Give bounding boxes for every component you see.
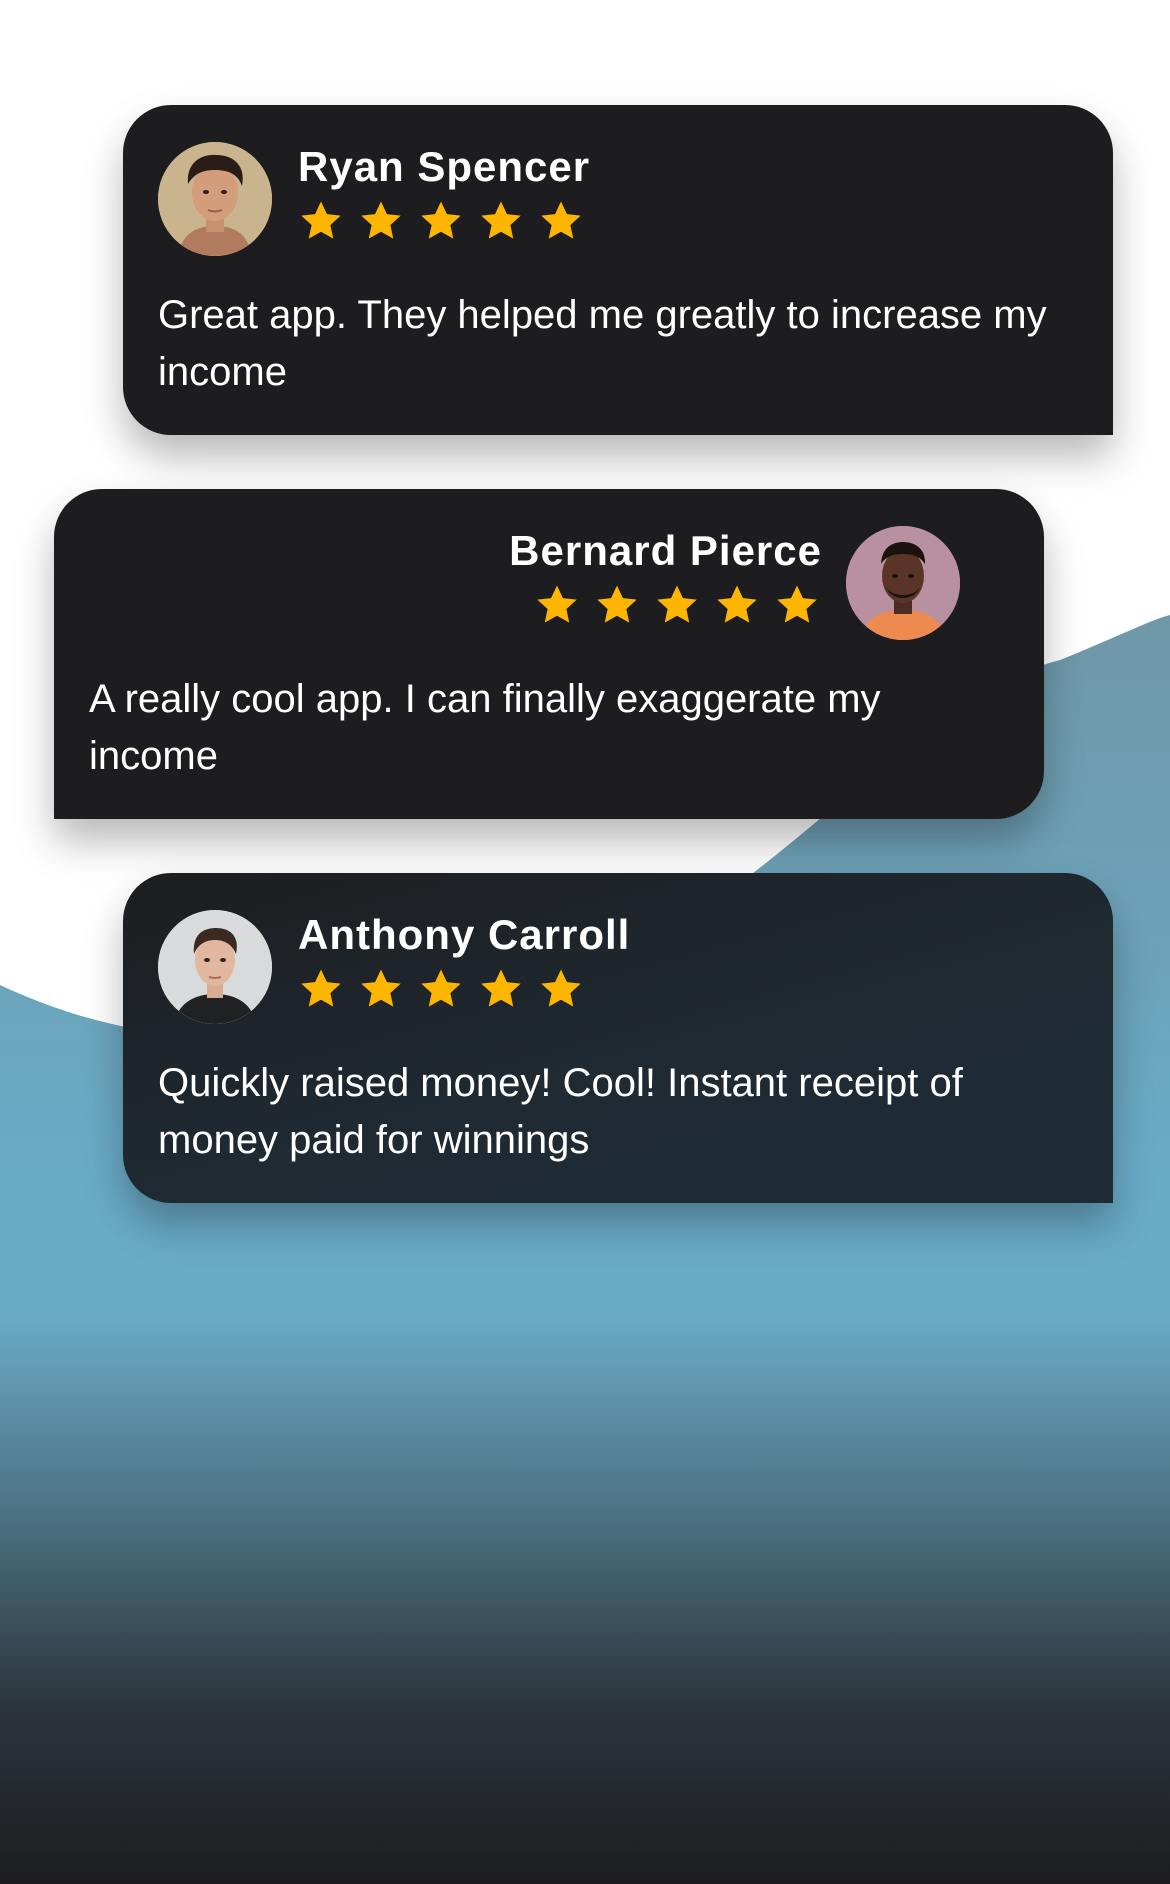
star-icon <box>301 201 341 239</box>
star-rating <box>298 198 584 244</box>
reviewer-name: Bernard Pierce <box>509 527 822 574</box>
star-icon <box>717 585 757 623</box>
avatar <box>158 910 272 1024</box>
review-text: Great app. They helped me greatly to inc… <box>158 293 1047 394</box>
star-icon <box>657 585 697 623</box>
avatar <box>158 142 272 256</box>
star-icon <box>597 585 637 623</box>
review-card: Ryan Spencer Great app. They helped me g… <box>123 105 1113 435</box>
reviewer-name: Ryan Spencer <box>298 143 591 190</box>
avatar-photo-bernard <box>846 526 960 640</box>
avatar <box>846 526 960 640</box>
star-rating <box>534 582 820 628</box>
star-icon <box>361 969 401 1007</box>
avatar-photo-ryan <box>158 142 272 256</box>
avatar-photo-anthony <box>158 910 272 1024</box>
review-card: Bernard Pierce A really cool app. I can … <box>54 489 1044 819</box>
star-icon <box>541 201 581 239</box>
review-text: Quickly raised money! Cool! Instant rece… <box>158 1061 963 1162</box>
star-rating <box>298 966 584 1012</box>
review-text: A really cool app. I can finally exagger… <box>89 677 881 778</box>
review-card: Anthony Carroll Quickly raised money! Co… <box>123 873 1113 1203</box>
star-icon <box>361 201 401 239</box>
star-icon <box>421 969 461 1007</box>
reviewer-name: Anthony Carroll <box>298 911 631 958</box>
star-icon <box>421 201 461 239</box>
star-icon <box>481 969 521 1007</box>
star-icon <box>301 969 341 1007</box>
star-icon <box>541 969 581 1007</box>
star-icon <box>481 201 521 239</box>
star-icon <box>537 585 577 623</box>
star-icon <box>777 585 817 623</box>
